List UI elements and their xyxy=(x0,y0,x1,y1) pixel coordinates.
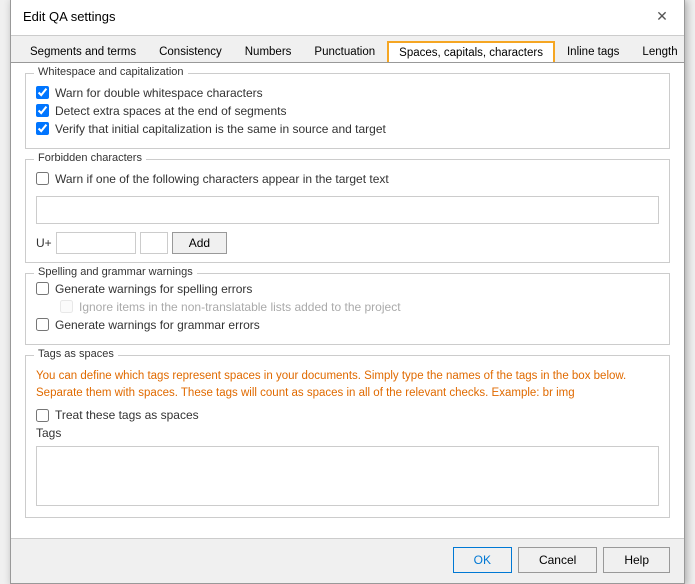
treat-tags-row: Treat these tags as spaces xyxy=(36,408,659,422)
unicode-char-input[interactable] xyxy=(140,232,168,254)
whitespace-section: Whitespace and capitalization Warn for d… xyxy=(25,73,670,149)
spelling-errors-checkbox[interactable] xyxy=(36,282,49,295)
whitespace-section-title: Whitespace and capitalization xyxy=(34,66,188,78)
dialog-title: Edit QA settings xyxy=(23,9,116,24)
extra-spaces-checkbox[interactable] xyxy=(36,104,49,117)
ok-button[interactable]: OK xyxy=(453,547,512,573)
treat-tags-checkbox[interactable] xyxy=(36,409,49,422)
tab-consistency[interactable]: Consistency xyxy=(148,41,233,63)
spelling-errors-row: Generate warnings for spelling errors xyxy=(36,282,659,296)
non-translatable-row: Ignore items in the non-translatable lis… xyxy=(60,300,659,314)
tags-textarea[interactable] xyxy=(36,446,659,506)
forbidden-chars-input[interactable] xyxy=(36,196,659,224)
unicode-row: U+ Add xyxy=(36,232,659,254)
double-whitespace-label: Warn for double whitespace characters xyxy=(55,86,263,100)
double-whitespace-row: Warn for double whitespace characters xyxy=(36,86,659,100)
add-button[interactable]: Add xyxy=(172,232,227,254)
title-bar: Edit QA settings ✕ xyxy=(11,0,684,36)
grammar-errors-row: Generate warnings for grammar errors xyxy=(36,318,659,332)
dialog: Edit QA settings ✕ Segments and terms Co… xyxy=(10,0,685,584)
tags-section-title: Tags as spaces xyxy=(34,348,118,360)
tags-field-label: Tags xyxy=(36,426,659,440)
tab-punctuation[interactable]: Punctuation xyxy=(303,41,386,63)
double-whitespace-checkbox[interactable] xyxy=(36,86,49,99)
tab-bar: Segments and terms Consistency Numbers P… xyxy=(11,36,684,63)
forbidden-section: Forbidden characters Warn if one of the … xyxy=(25,159,670,263)
tags-body: You can define which tags represent spac… xyxy=(36,368,659,510)
footer: OK Cancel Help xyxy=(11,538,684,583)
tags-info-text: You can define which tags represent spac… xyxy=(36,368,659,403)
tags-section: Tags as spaces You can define which tags… xyxy=(25,355,670,519)
capitalization-row: Verify that initial capitalization is th… xyxy=(36,122,659,136)
forbidden-section-title: Forbidden characters xyxy=(34,152,146,164)
extra-spaces-label: Detect extra spaces at the end of segmen… xyxy=(55,104,286,118)
tab-spaces[interactable]: Spaces, capitals, characters xyxy=(387,41,555,63)
forbidden-warn-label: Warn if one of the following characters … xyxy=(55,172,389,186)
grammar-errors-label: Generate warnings for grammar errors xyxy=(55,318,260,332)
non-translatable-checkbox[interactable] xyxy=(60,300,73,313)
capitalization-checkbox[interactable] xyxy=(36,122,49,135)
capitalization-label: Verify that initial capitalization is th… xyxy=(55,122,386,136)
forbidden-warn-checkbox[interactable] xyxy=(36,172,49,185)
tab-length[interactable]: Length xyxy=(631,41,684,63)
forbidden-body: Warn if one of the following characters … xyxy=(36,172,659,254)
content-area: Whitespace and capitalization Warn for d… xyxy=(11,63,684,539)
unicode-code-input[interactable] xyxy=(56,232,136,254)
spelling-section: Spelling and grammar warnings Generate w… xyxy=(25,273,670,345)
forbidden-warn-row: Warn if one of the following characters … xyxy=(36,172,659,186)
treat-tags-label: Treat these tags as spaces xyxy=(55,408,199,422)
cancel-button[interactable]: Cancel xyxy=(518,547,597,573)
close-button[interactable]: ✕ xyxy=(652,7,672,27)
spelling-errors-label: Generate warnings for spelling errors xyxy=(55,282,252,296)
spelling-section-title: Spelling and grammar warnings xyxy=(34,266,197,278)
tab-segments[interactable]: Segments and terms xyxy=(19,41,147,63)
grammar-errors-checkbox[interactable] xyxy=(36,318,49,331)
non-translatable-label: Ignore items in the non-translatable lis… xyxy=(79,300,401,314)
unicode-label: U+ xyxy=(36,236,52,250)
extra-spaces-row: Detect extra spaces at the end of segmen… xyxy=(36,104,659,118)
help-button[interactable]: Help xyxy=(603,547,670,573)
tab-numbers[interactable]: Numbers xyxy=(234,41,303,63)
spelling-body: Generate warnings for spelling errors Ig… xyxy=(36,282,659,332)
tab-inline[interactable]: Inline tags xyxy=(556,41,630,63)
whitespace-checks: Warn for double whitespace characters De… xyxy=(36,86,659,136)
